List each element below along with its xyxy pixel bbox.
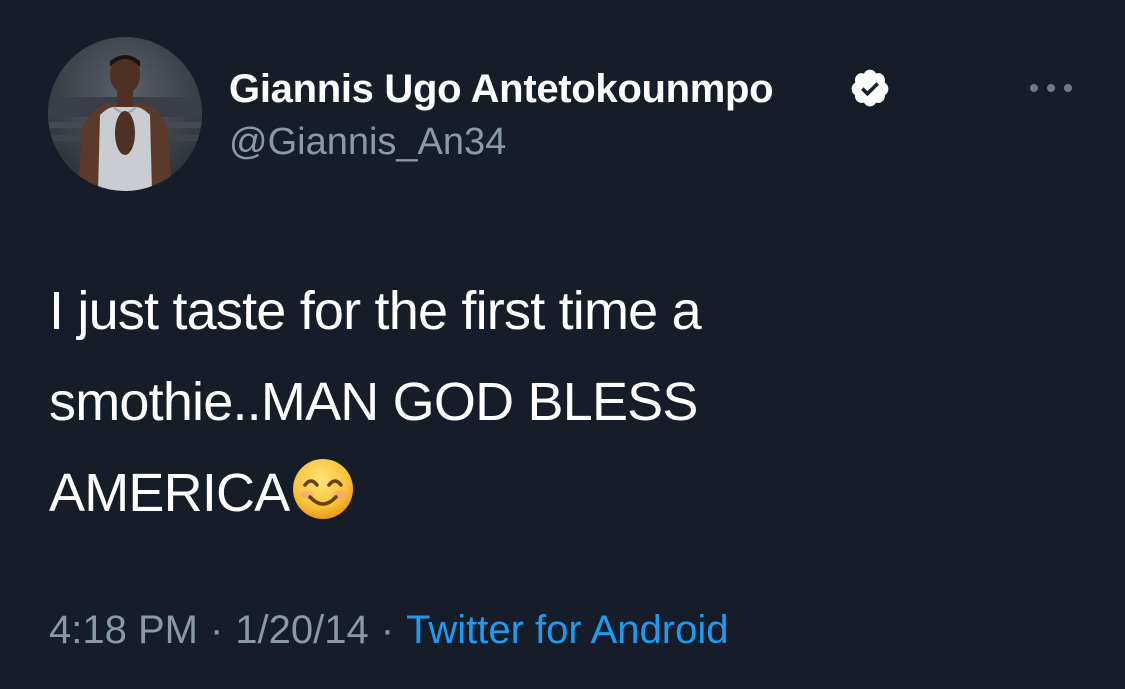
tweet-text-line: smothie..MAN GOD BLESS <box>49 357 1049 448</box>
more-options-icon[interactable] <box>1026 74 1076 102</box>
tweet-text: I just taste for the first time a smothi… <box>49 266 1049 539</box>
avatar-photo <box>48 37 202 191</box>
tweet-source-link[interactable]: Twitter for Android <box>406 608 728 652</box>
profile-avatar[interactable] <box>48 37 202 191</box>
tweet-time[interactable]: 4:18 PM <box>49 608 198 652</box>
tweet-metadata: 4:18 PM · 1/20/14 · Twitter for Android <box>49 604 728 656</box>
user-handle[interactable]: @Giannis_An34 <box>229 118 506 166</box>
tweet-date[interactable]: 1/20/14 <box>235 608 368 652</box>
verified-badge-icon <box>851 69 889 107</box>
tweet-text-line: I just taste for the first time a <box>49 281 702 341</box>
tweet-text-segment: smothie..MAN GOD BLESS <box>49 372 698 432</box>
separator: · <box>380 608 395 652</box>
separator: · <box>209 608 224 652</box>
tweet-text-segment: AMERICA <box>49 463 290 523</box>
tweet-card: Giannis Ugo Antetokounmpo @Giannis_An34 … <box>0 0 1125 689</box>
display-name[interactable]: Giannis Ugo Antetokounmpo <box>229 64 774 114</box>
tweet-text-line: AMERICA <box>49 448 1049 539</box>
smiling-face-emoji-icon <box>293 459 354 519</box>
